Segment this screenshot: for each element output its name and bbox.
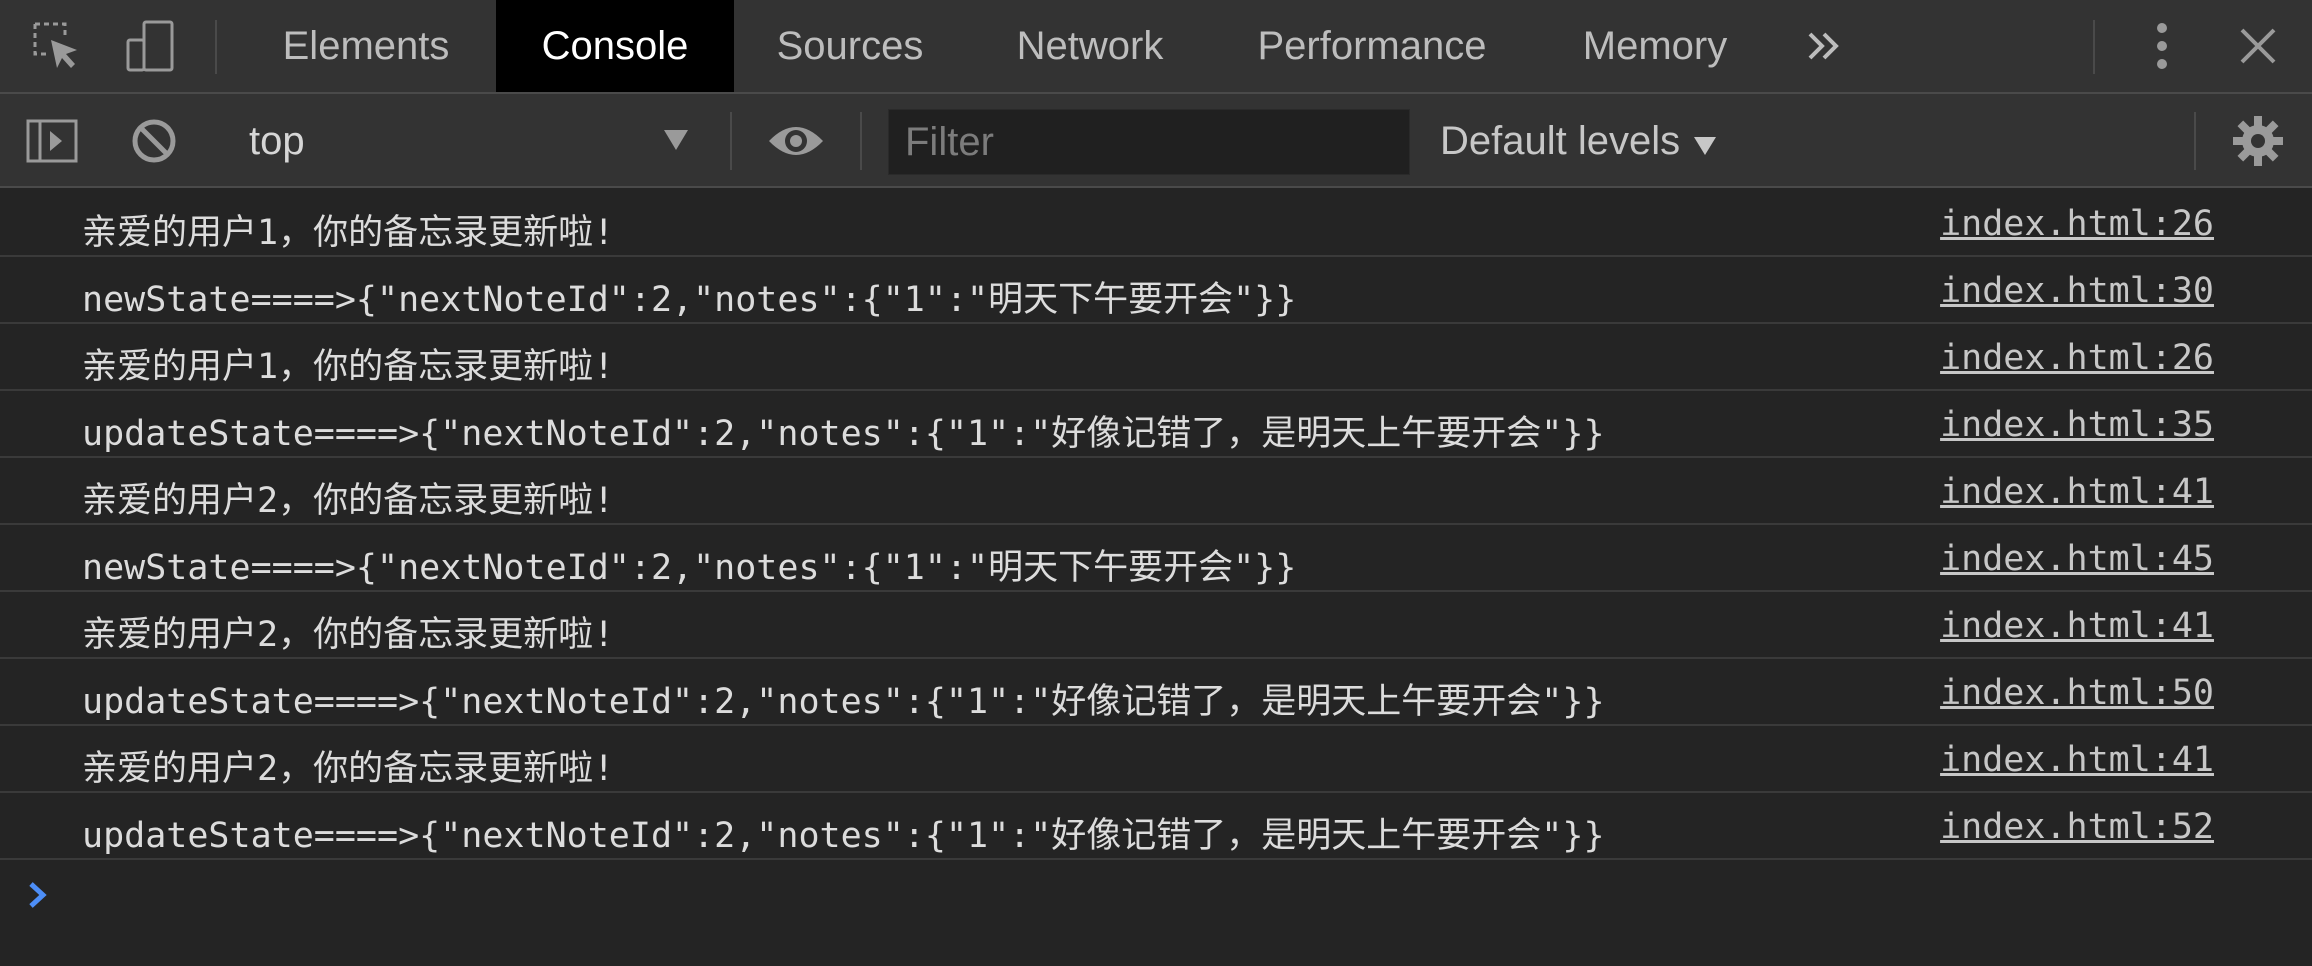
console-message: 亲爱的用户2，你的备忘录更新啦! index.html:41 bbox=[0, 726, 2312, 793]
message-text: newState====>{"nextNoteId":2,"notes":{"1… bbox=[82, 280, 1297, 320]
console-message: updateState====>{"nextNoteId":2,"notes":… bbox=[0, 391, 2312, 458]
message-text: 亲爱的用户1，你的备忘录更新啦! bbox=[82, 213, 615, 253]
source-link[interactable]: index.html:41 bbox=[1940, 740, 2214, 780]
sidebar-toggle-icon[interactable] bbox=[22, 111, 82, 171]
source-link[interactable]: index.html:41 bbox=[1940, 606, 2214, 646]
context-selector[interactable]: top bbox=[228, 108, 708, 174]
dropdown-arrow-icon bbox=[664, 130, 688, 155]
device-toolbar-icon[interactable] bbox=[120, 16, 180, 76]
tab-elements[interactable]: Elements bbox=[248, 0, 484, 92]
toolbar-divider bbox=[2194, 112, 2196, 170]
log-levels-dropdown[interactable]: Default levels bbox=[1440, 108, 1717, 174]
console-message: updateState====>{"nextNoteId":2,"notes":… bbox=[0, 793, 2312, 860]
settings-gear-icon[interactable] bbox=[2228, 111, 2288, 171]
console-toolbar: top Default levels bbox=[0, 94, 2312, 188]
source-link[interactable]: index.html:35 bbox=[1940, 405, 2214, 445]
message-text: 亲爱的用户2，你的备忘录更新啦! bbox=[82, 749, 615, 789]
chevron-down-icon bbox=[1694, 120, 1717, 165]
source-link[interactable]: index.html:50 bbox=[1940, 673, 2214, 713]
inspect-element-icon[interactable] bbox=[27, 16, 87, 76]
clear-console-icon[interactable] bbox=[124, 111, 184, 171]
source-link[interactable]: index.html:45 bbox=[1940, 539, 2214, 579]
filter-field[interactable] bbox=[888, 109, 1410, 175]
console-output: 亲爱的用户1，你的备忘录更新啦! index.html:26 newState=… bbox=[0, 190, 2312, 966]
console-message: updateState====>{"nextNoteId":2,"notes":… bbox=[0, 659, 2312, 726]
prompt-chevron-icon bbox=[26, 880, 50, 915]
more-tabs-icon[interactable] bbox=[1794, 16, 1854, 76]
console-message: 亲爱的用户2，你的备忘录更新啦! index.html:41 bbox=[0, 592, 2312, 659]
message-text: 亲爱的用户1，你的备忘录更新啦! bbox=[82, 347, 615, 387]
console-message: 亲爱的用户1，你的备忘录更新啦! index.html:26 bbox=[0, 190, 2312, 257]
message-text: 亲爱的用户2，你的备忘录更新啦! bbox=[82, 615, 615, 655]
filter-input[interactable] bbox=[903, 118, 1409, 166]
toolbar-divider bbox=[730, 112, 732, 170]
console-prompt[interactable] bbox=[0, 860, 2312, 930]
console-message: newState====>{"nextNoteId":2,"notes":{"1… bbox=[0, 525, 2312, 592]
console-message: 亲爱的用户2，你的备忘录更新啦! index.html:41 bbox=[0, 458, 2312, 525]
tab-sources[interactable]: Sources bbox=[748, 0, 952, 92]
source-link[interactable]: index.html:52 bbox=[1940, 807, 2214, 847]
eye-icon[interactable] bbox=[766, 111, 826, 171]
devtools-tab-bar: Elements Console Sources Network Perform… bbox=[0, 0, 2312, 94]
log-levels-label: Default levels bbox=[1440, 118, 1681, 163]
console-message: newState====>{"nextNoteId":2,"notes":{"1… bbox=[0, 257, 2312, 324]
source-link[interactable]: index.html:26 bbox=[1940, 204, 2214, 244]
source-link[interactable]: index.html:26 bbox=[1940, 338, 2214, 378]
message-text: newState====>{"nextNoteId":2,"notes":{"1… bbox=[82, 548, 1297, 588]
toolbar-divider bbox=[860, 112, 862, 170]
tab-divider bbox=[2093, 20, 2095, 74]
message-text: updateState====>{"nextNoteId":2,"notes":… bbox=[82, 414, 1605, 454]
console-message: 亲爱的用户1，你的备忘录更新啦! index.html:26 bbox=[0, 324, 2312, 391]
close-icon[interactable] bbox=[2228, 16, 2288, 76]
kebab-menu-icon[interactable] bbox=[2132, 16, 2192, 76]
message-text: updateState====>{"nextNoteId":2,"notes":… bbox=[82, 816, 1605, 856]
source-link[interactable]: index.html:30 bbox=[1940, 271, 2214, 311]
tab-performance[interactable]: Performance bbox=[1240, 0, 1504, 92]
tab-network[interactable]: Network bbox=[990, 0, 1190, 92]
tab-memory[interactable]: Memory bbox=[1566, 0, 1744, 92]
source-link[interactable]: index.html:41 bbox=[1940, 472, 2214, 512]
message-text: updateState====>{"nextNoteId":2,"notes":… bbox=[82, 682, 1605, 722]
tab-console[interactable]: Console bbox=[496, 0, 734, 92]
message-text: 亲爱的用户2，你的备忘录更新啦! bbox=[82, 481, 615, 521]
tab-divider bbox=[215, 20, 217, 74]
context-selector-label: top bbox=[249, 118, 305, 163]
